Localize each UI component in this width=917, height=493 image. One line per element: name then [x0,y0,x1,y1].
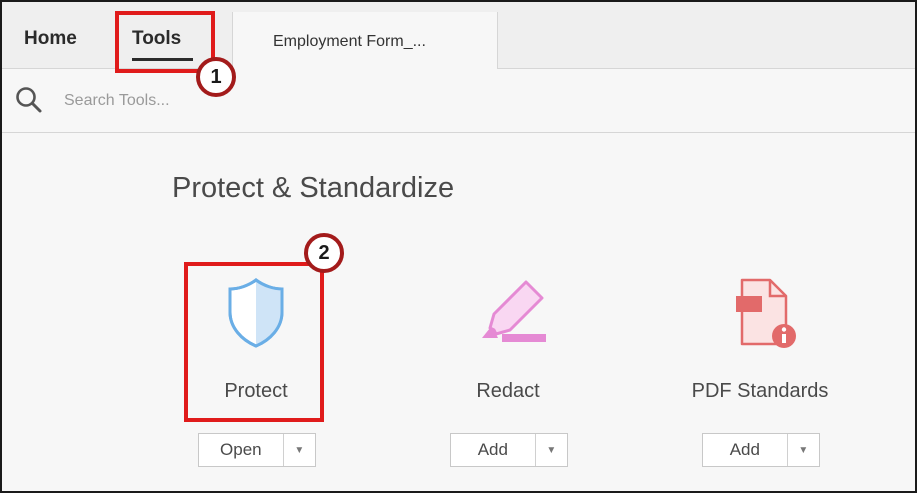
marker-icon [482,280,546,342]
search-bar [2,69,915,133]
search-input[interactable] [62,87,286,115]
tool-label-pdf-standards: PDF Standards [691,380,829,402]
chevron-down-icon[interactable]: ▼ [536,434,567,466]
tab-document[interactable]: Employment Form_... [232,12,498,69]
open-button-label[interactable]: Open [199,434,284,466]
pdf-standards-icon [736,278,796,348]
callout-badge-1: 1 [196,57,236,97]
chevron-down-icon[interactable]: ▼ [284,434,315,466]
add-button-label[interactable]: Add [451,434,536,466]
add-button-label[interactable]: Add [703,434,788,466]
search-icon[interactable] [14,85,44,115]
tool-pdf-standards[interactable]: PDF Standards [680,264,840,414]
section-title: Protect & Standardize [172,172,455,204]
tools-window: Home Tools Employment Form_... Protect &… [0,0,917,493]
tool-label-redact: Redact [476,380,540,402]
protect-open-button[interactable]: Open ▼ [198,433,316,467]
callout-box-protect [184,262,324,422]
callout-badge-2: 2 [304,233,344,273]
tool-redact[interactable]: Redact [428,264,588,414]
pdf-standards-add-button[interactable]: Add ▼ [702,433,820,467]
redact-add-button[interactable]: Add ▼ [450,433,568,467]
chevron-down-icon[interactable]: ▼ [788,434,819,466]
document-tab-label: Employment Form_... [273,33,426,50]
tab-home[interactable]: Home [24,28,77,50]
